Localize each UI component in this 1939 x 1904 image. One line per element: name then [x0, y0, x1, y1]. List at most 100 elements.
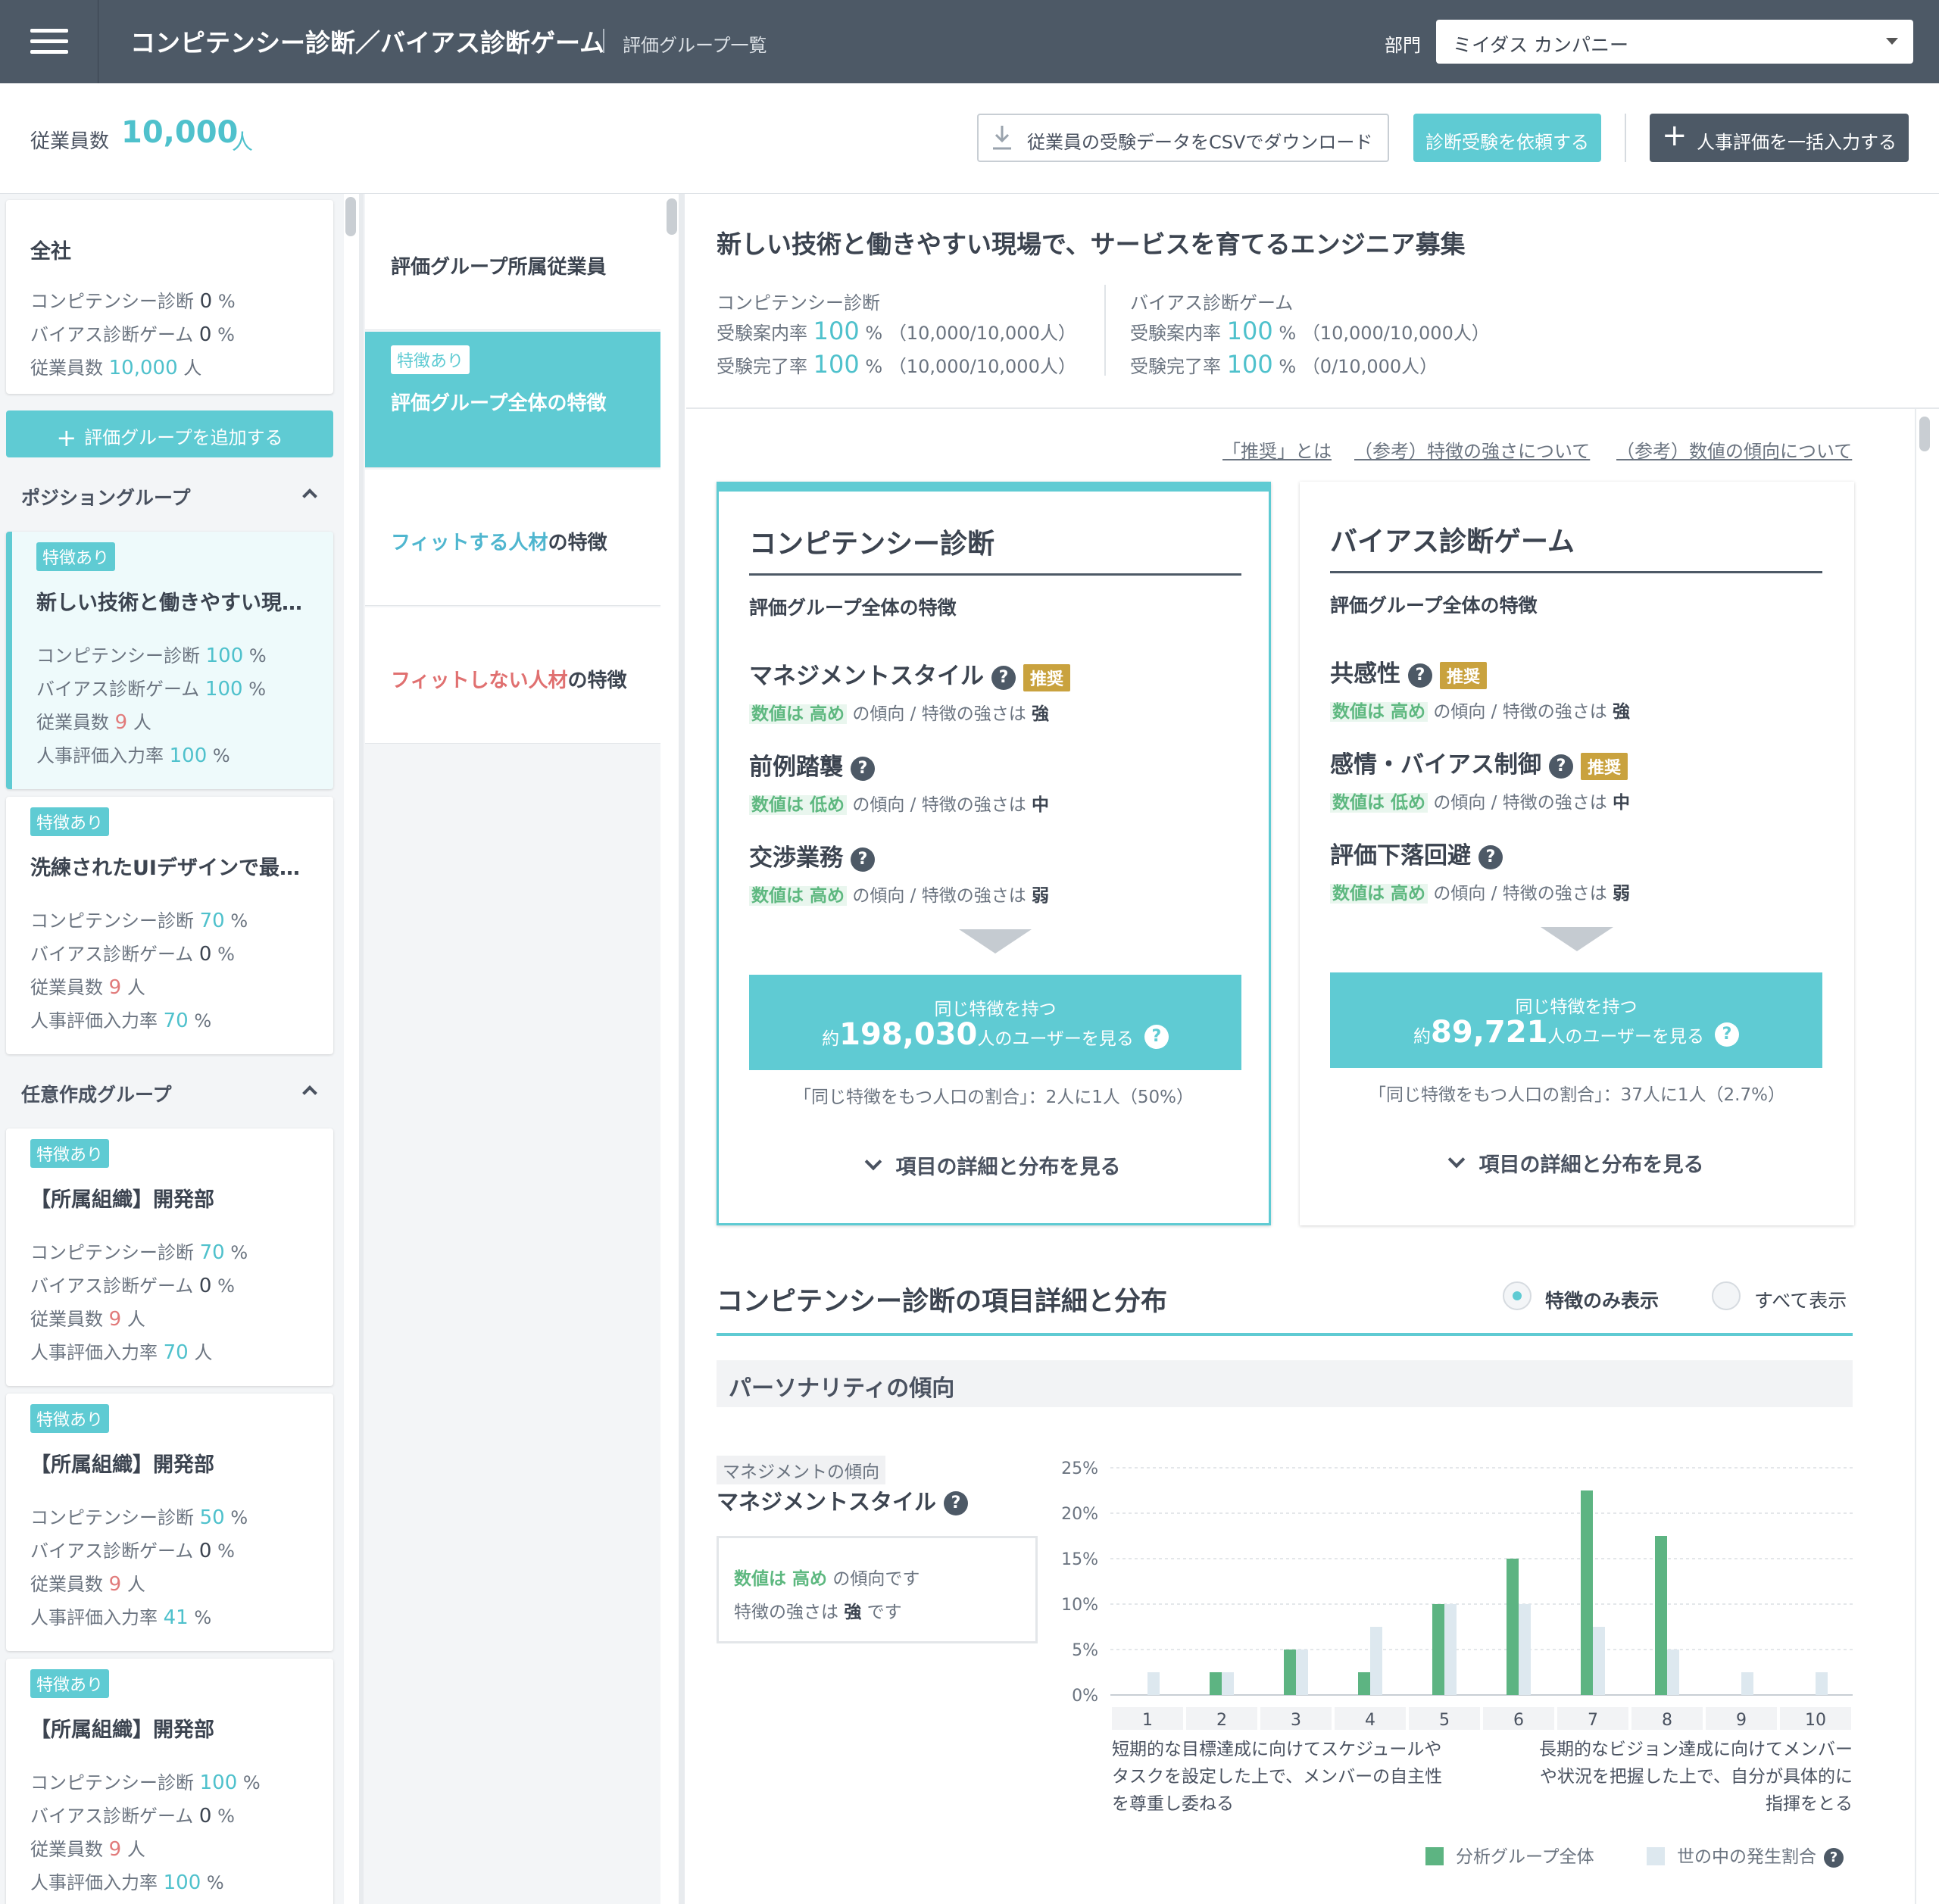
subnav-scrollbar-track[interactable] [679, 194, 685, 1904]
request-exam-button[interactable]: 診断受験を依頼する [1413, 114, 1601, 162]
subnav-scrollbar-thumb[interactable] [667, 198, 677, 235]
radio-show-all-label[interactable]: すべて表示 [1754, 1286, 1847, 1313]
bar-group [1358, 1672, 1370, 1695]
bias-game-feature-card: バイアス診断ゲーム 評価グループ全体の特徴 共感性? 推奨 数値は 高め の傾向 … [1300, 482, 1854, 1225]
card-row: 従業員数 9 人 [30, 1308, 145, 1331]
distribution-underline [717, 1333, 1853, 1336]
help-icon[interactable]: ? [851, 847, 875, 872]
subnav-unfit-features[interactable]: フィットしない人材の特徴 [365, 607, 660, 744]
metric-summary-box: 数値は 高め の傾向です 特徴の強さは 強 です [717, 1536, 1038, 1643]
bar-group [1432, 1604, 1444, 1695]
card-row: バイアス診断ゲーム 100 % [36, 678, 267, 701]
group-title: 新しい技術と働きやすい現場で、サービスを育てるエンジニア募集 [717, 229, 1466, 259]
employee-count-label: 従業員数 [30, 130, 110, 153]
help-icon[interactable]: ? [851, 756, 875, 781]
help-icon[interactable]: ? [1408, 663, 1432, 688]
subnav-overall-features[interactable]: 特徴あり 評価グループ全体の特徴 [365, 332, 660, 468]
bar-group [1581, 1490, 1593, 1695]
subnav-members[interactable]: 評価グループ所属従業員 [365, 194, 660, 330]
feature-tag: 特徴あり [30, 1669, 110, 1698]
section-divider [686, 407, 1939, 409]
bulk-input-label: 人事評価を一括入力する [1697, 132, 1897, 153]
x-tick-label: 3 [1291, 1711, 1301, 1730]
dept-select[interactable]: ミイダス カンパニー [1436, 20, 1913, 64]
help-icon[interactable]: ? [991, 665, 1016, 690]
legend-world: 世の中の発生割合? [1647, 1842, 1844, 1868]
custom-group-header[interactable]: 任意作成グループ [21, 1080, 172, 1107]
chevron-up-icon[interactable] [302, 1085, 317, 1100]
card-row: バイアス診断ゲーム 0 % [30, 943, 235, 966]
add-group-button[interactable]: + 評価グループを追加する [6, 410, 333, 457]
trait-name: 感情・バイアス制御? 推奨 [1330, 745, 1628, 780]
card-title: バイアス診断ゲーム [1330, 526, 1575, 557]
group-card-title: 洗練されたUIデザインで最… [30, 857, 300, 880]
chevron-down-icon [864, 1153, 882, 1171]
trait-description: 数値は 低め の傾向 / 特徴の強さは 中 [1330, 788, 1630, 813]
subnav-fit-features[interactable]: フィットする人材の特徴 [365, 470, 660, 606]
recommended-badge: 推奨 [1581, 752, 1628, 780]
bar-group [1210, 1672, 1222, 1695]
group-card[interactable]: 特徴あり 洗練されたUIデザインで最… コンピテンシー診断 70 % バイアス診… [6, 797, 333, 1054]
radio-features-only[interactable] [1503, 1281, 1532, 1310]
bar-group [1655, 1536, 1667, 1695]
section-band: パーソナリティの傾向 [717, 1360, 1853, 1407]
help-icon[interactable]: ? [1549, 754, 1573, 779]
main-scrollbar-thumb[interactable] [1919, 417, 1930, 451]
group-card-title: 新しい技術と働きやすい現… [36, 591, 302, 615]
bar-group [1507, 1559, 1519, 1695]
radio-show-all[interactable] [1712, 1281, 1741, 1310]
company-card[interactable]: 全社 コンピテンシー診断 0 % バイアス診断ゲーム 0 % 従業員数 10,0… [6, 200, 333, 394]
card-row: コンピテンシー診断 50 % [30, 1506, 248, 1529]
metric-strength: 特徴の強さは 強 です [734, 1603, 902, 1622]
card-row: バイアス診断ゲーム 0 % [30, 1805, 235, 1828]
download-icon [993, 126, 1011, 150]
bar-world [1667, 1650, 1679, 1695]
card-row: コンピテンシー診断 70 % [30, 910, 248, 932]
radio-features-only-label[interactable]: 特徴のみ表示 [1545, 1286, 1659, 1313]
sidebar-scrollbar-thumb[interactable] [345, 197, 356, 236]
feature-tag: 特徴あり [30, 1404, 110, 1433]
help-icon[interactable]: ? [1478, 844, 1503, 869]
legend-group: 分析グループ全体 [1425, 1842, 1594, 1868]
recommended-badge: 推奨 [1023, 663, 1071, 691]
help-icon: ? [1714, 1022, 1739, 1047]
view-similar-users-button[interactable]: 同じ特徴を持つ 約198,030人のユーザーを見る? [749, 975, 1241, 1070]
tendency-help-link[interactable]: （参考）数値の傾向について [1616, 436, 1852, 463]
axis-right-note: 長期的なビジョン達成に向けてメンバーや状況を把握した上で、自分が具体的に指揮をと… [1539, 1740, 1853, 1814]
card-subtitle: 評価グループ全体の特徴 [749, 597, 957, 619]
x-tick-label: 5 [1439, 1711, 1450, 1730]
bar-world [1296, 1650, 1308, 1695]
bar-world [1147, 1672, 1160, 1695]
group-card[interactable]: 特徴あり 新しい技術と働きやすい現… コンピテンシー診断 100 % バイアス診… [6, 532, 333, 789]
help-icon[interactable]: ? [944, 1491, 969, 1515]
y-tick-label: 20% [1061, 1505, 1098, 1524]
csv-download-button[interactable]: 従業員の受験データをCSVでダウンロード [977, 114, 1389, 162]
recommended-help-link[interactable]: 「推奨」とは [1222, 436, 1332, 463]
plus-icon: + [1662, 118, 1688, 153]
trait-description: 数値は 高め の傾向 / 特徴の強さは 強 [749, 699, 1049, 725]
trait-name: マネジメントスタイル? 推奨 [749, 657, 1071, 691]
title-divider [603, 29, 604, 53]
y-tick-label: 0% [1072, 1687, 1098, 1706]
chevron-up-icon[interactable] [302, 488, 317, 504]
section-band-title: パーソナリティの傾向 [729, 1375, 955, 1402]
x-tick-label: 10 [1805, 1711, 1826, 1730]
hamburger-menu-icon[interactable] [0, 0, 98, 83]
feature-tag: 特徴あり [30, 1139, 110, 1168]
card-row: 従業員数 9 人 [36, 711, 151, 734]
position-group-header[interactable]: ポジショングループ [21, 483, 191, 510]
bar-world [1222, 1672, 1234, 1695]
group-card[interactable]: 特徴あり 【所属組織】開発部 コンピテンシー診断 100 % バイアス診断ゲーム… [6, 1659, 333, 1904]
help-icon[interactable]: ? [1824, 1847, 1844, 1868]
view-similar-users-button[interactable]: 同じ特徴を持つ 約89,721人のユーザーを見る? [1330, 972, 1822, 1068]
x-tick-label: 1 [1142, 1711, 1153, 1730]
group-card[interactable]: 特徴あり 【所属組織】開発部 コンピテンシー診断 50 % バイアス診断ゲーム … [6, 1394, 333, 1651]
group-card[interactable]: 特徴あり 【所属組織】開発部 コンピテンシー診断 70 % バイアス診断ゲーム … [6, 1128, 333, 1386]
dept-select-value: ミイダス カンパニー [1453, 34, 1628, 56]
strength-help-link[interactable]: （参考）特徴の強さについて [1354, 436, 1590, 463]
view-details-link[interactable]: 項目の詳細と分布を見る [719, 1150, 1269, 1180]
bulk-input-button[interactable]: + 人事評価を一括入力する [1650, 114, 1909, 162]
main-scrollbar-track[interactable] [1915, 409, 1916, 1904]
users-btn-line2: 約198,030人のユーザーを見る? [749, 1017, 1241, 1052]
view-details-link[interactable]: 項目の詳細と分布を見る [1300, 1148, 1854, 1178]
